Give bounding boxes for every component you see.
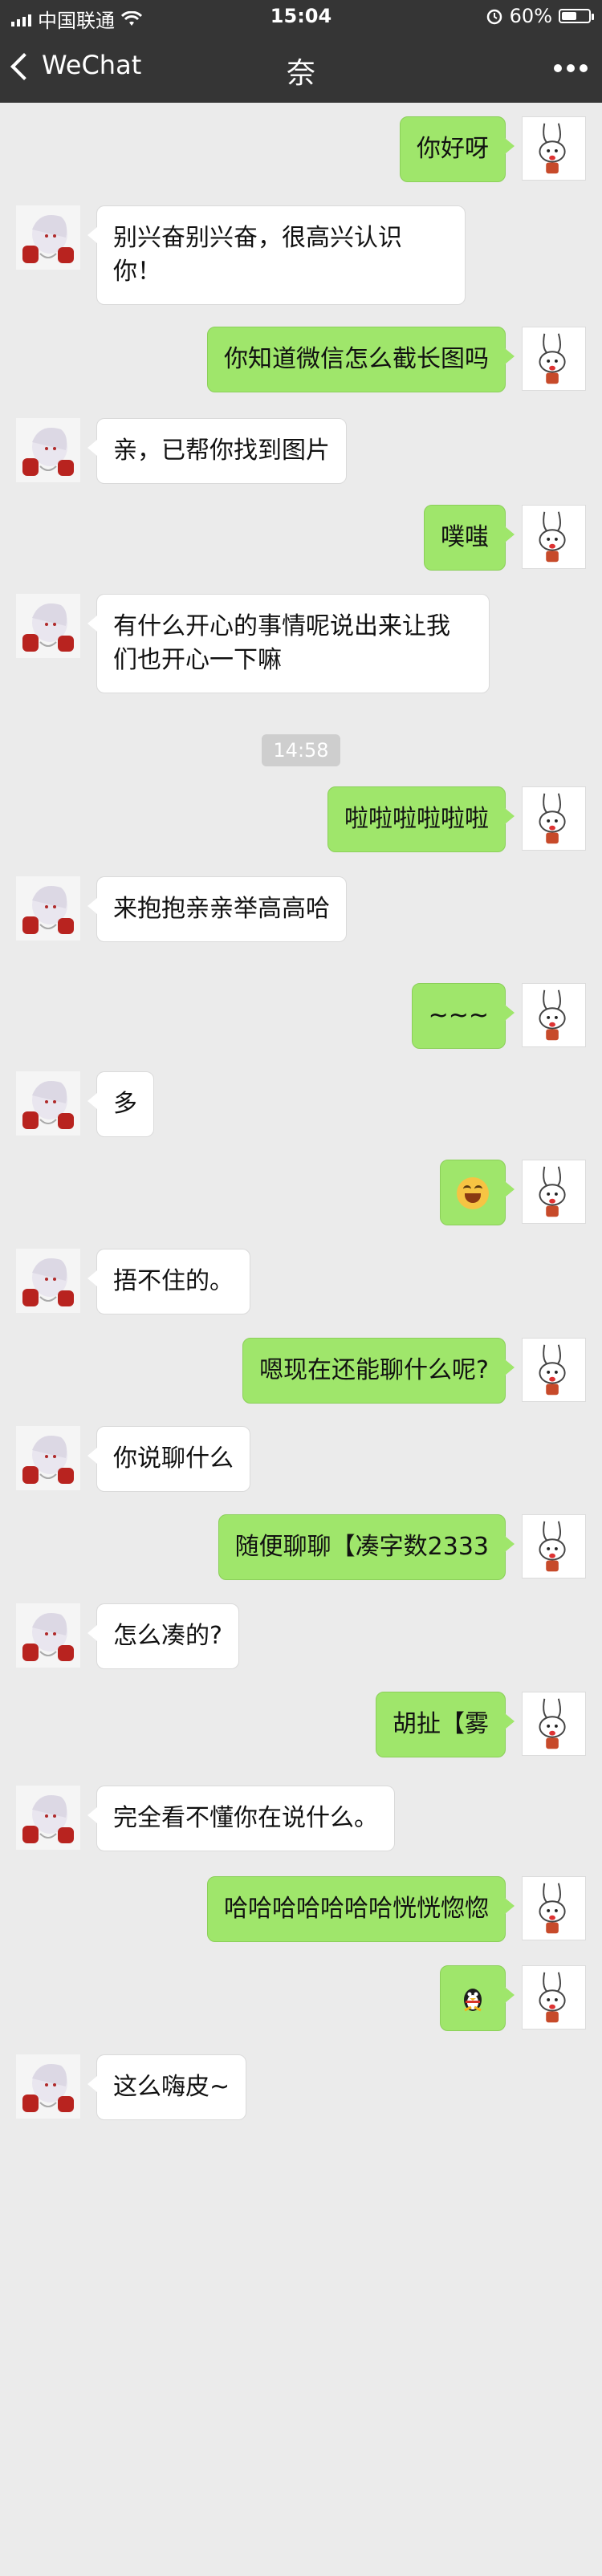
message-row	[0, 1160, 602, 1225]
sent-message-bubble[interactable]: 嗯现在还能聊什么呢?	[242, 1338, 515, 1404]
contact-avatar[interactable]	[16, 876, 80, 941]
received-message-bubble[interactable]: 多	[87, 1071, 154, 1137]
battery-percent: 60%	[509, 5, 552, 27]
message-row: 你说聊什么	[0, 1426, 602, 1492]
message-row: 你知道微信怎么截长图吗	[0, 327, 602, 392]
contact-avatar[interactable]	[16, 1603, 80, 1668]
contact-avatar[interactable]	[16, 594, 80, 658]
time-divider-label: 14:58	[262, 734, 340, 766]
message-row: 胡扯【雾	[0, 1692, 602, 1757]
message-row: 这么嗨皮~	[0, 2054, 602, 2120]
message-row: 多	[0, 1071, 602, 1137]
received-message-bubble[interactable]: 你说聊什么	[87, 1426, 250, 1492]
message-row	[0, 1965, 602, 2031]
received-message-bubble[interactable]: 完全看不懂你在说什么。	[87, 1786, 395, 1851]
chat-title: 奈	[286, 57, 315, 90]
my-avatar[interactable]	[522, 505, 586, 569]
my-avatar[interactable]	[522, 116, 586, 181]
message-row: 你好呀	[0, 116, 602, 182]
sent-message-bubble[interactable]: 胡扯【雾	[376, 1692, 515, 1757]
sent-message-bubble[interactable]: 你好呀	[400, 116, 515, 182]
message-row: 啦啦啦啦啦啦	[0, 786, 602, 852]
message-row: 哈哈哈哈哈哈哈恍恍惚惚	[0, 1876, 602, 1942]
my-avatar[interactable]	[522, 1160, 586, 1224]
received-message-bubble[interactable]: 亲，已帮你找到图片	[87, 418, 347, 484]
my-avatar[interactable]	[522, 327, 586, 391]
my-avatar[interactable]	[522, 983, 586, 1047]
my-avatar[interactable]	[522, 1514, 586, 1579]
contact-avatar[interactable]	[16, 1071, 80, 1136]
sent-message-bubble[interactable]: 你知道微信怎么截长图吗	[207, 327, 515, 392]
my-avatar[interactable]	[522, 1338, 586, 1402]
contact-avatar[interactable]	[16, 1426, 80, 1490]
message-row: 完全看不懂你在说什么。	[0, 1786, 602, 1851]
penguin-emoji-icon	[464, 1988, 482, 2011]
more-button[interactable]	[554, 64, 588, 72]
sent-message-bubble[interactable]: 随便聊聊【凑字数2333	[218, 1514, 515, 1580]
message-row: 随便聊聊【凑字数2333	[0, 1514, 602, 1580]
navigation-bar: WeChat 奈	[0, 32, 602, 103]
message-row: 有什么开心的事情呢说出来让我们也开心一下嘛	[0, 594, 602, 693]
alarm-icon	[486, 9, 502, 25]
contact-avatar[interactable]	[16, 1249, 80, 1313]
message-row: ~~~	[0, 983, 602, 1049]
message-row: 怎么凑的?	[0, 1603, 602, 1669]
contact-avatar[interactable]	[16, 418, 80, 482]
my-avatar[interactable]	[522, 1692, 586, 1756]
message-row: 噗嗤	[0, 505, 602, 571]
sent-message-bubble[interactable]: 噗嗤	[424, 505, 515, 571]
sent-message-bubble[interactable]: 哈哈哈哈哈哈哈恍恍惚惚	[207, 1876, 515, 1942]
more-dots-icon	[554, 64, 562, 72]
sent-message-bubble[interactable]	[440, 1965, 515, 2031]
contact-avatar[interactable]	[16, 205, 80, 270]
received-message-bubble[interactable]: 捂不住的。	[87, 1249, 250, 1314]
sent-message-bubble[interactable]: 啦啦啦啦啦啦	[327, 786, 515, 852]
sent-message-bubble[interactable]: ~~~	[411, 983, 515, 1049]
message-row: 亲，已帮你找到图片	[0, 418, 602, 484]
battery-icon	[559, 9, 594, 23]
received-message-bubble[interactable]: 有什么开心的事情呢说出来让我们也开心一下嘛	[87, 594, 490, 693]
message-row: 来抱抱亲亲举高高哈	[0, 876, 602, 942]
message-row: 捂不住的。	[0, 1249, 602, 1314]
contact-avatar[interactable]	[16, 2054, 80, 2119]
received-message-bubble[interactable]: 这么嗨皮~	[87, 2054, 247, 2120]
my-avatar[interactable]	[522, 1965, 586, 2030]
laughing-crying-emoji-icon	[457, 1176, 489, 1209]
contact-avatar[interactable]	[16, 1786, 80, 1850]
my-avatar[interactable]	[522, 1876, 586, 1940]
message-row: 嗯现在还能聊什么呢?	[0, 1338, 602, 1404]
time-divider: 14:58	[0, 734, 602, 766]
received-message-bubble[interactable]: 来抱抱亲亲举高高哈	[87, 876, 347, 942]
sent-message-bubble[interactable]	[440, 1160, 515, 1225]
received-message-bubble[interactable]: 怎么凑的?	[87, 1603, 239, 1669]
message-row: 别兴奋别兴奋，很高兴认识你！	[0, 205, 602, 305]
received-message-bubble[interactable]: 别兴奋别兴奋，很高兴认识你！	[87, 205, 466, 305]
status-bar: 中国联通 15:04 60%	[0, 0, 602, 32]
my-avatar[interactable]	[522, 786, 586, 851]
